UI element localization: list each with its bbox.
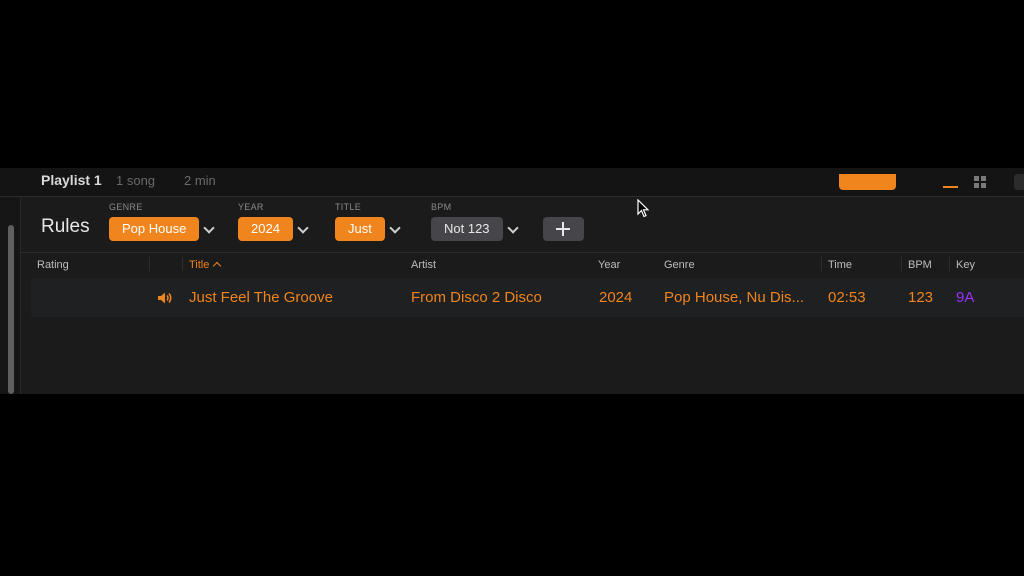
smart-playlist-rules: Rules GENRE Pop House YEAR 2024 TITLE Ju… <box>21 197 1024 253</box>
column-header-title-label: Title <box>189 259 210 271</box>
column-header-year[interactable]: Year <box>598 259 620 271</box>
playlist-title: Playlist 1 <box>41 172 102 188</box>
header-action-button[interactable] <box>839 174 896 190</box>
rule-chip-bpm[interactable]: Not 123 <box>431 217 503 241</box>
track-bpm: 123 <box>908 289 934 306</box>
chevron-down-icon[interactable] <box>389 222 401 234</box>
sidebar-scrollbar[interactable] <box>8 225 14 394</box>
table-row[interactable]: Just Feel The Groove From Disco 2 Disco … <box>31 278 1024 317</box>
add-rule-button[interactable] <box>543 217 584 241</box>
chevron-down-icon[interactable] <box>203 222 215 234</box>
track-genre: Pop House, Nu Dis... <box>664 289 805 306</box>
rule-bpm: BPM Not 123 <box>431 202 519 241</box>
playlist-duration: 2 min <box>184 173 216 188</box>
rule-title: TITLE Just <box>335 202 401 241</box>
grid-view-icon[interactable] <box>974 176 988 188</box>
speaker-icon <box>158 292 172 304</box>
column-header-rating[interactable]: Rating <box>37 259 69 271</box>
track-title: Just Feel The Groove <box>189 289 333 306</box>
mouse-cursor-icon <box>637 199 649 218</box>
column-header-time[interactable]: Time <box>828 259 852 271</box>
column-header-artist[interactable]: Artist <box>411 259 436 271</box>
track-key: 9A <box>956 289 975 306</box>
rule-chip-year[interactable]: 2024 <box>238 217 293 241</box>
track-time: 02:53 <box>828 289 866 306</box>
list-view-icon[interactable] <box>943 178 958 188</box>
column-header-title[interactable]: Title <box>189 259 222 271</box>
track-artist: From Disco 2 Disco <box>411 289 542 306</box>
rule-label-year: YEAR <box>238 202 264 212</box>
sort-ascending-icon <box>213 261 222 270</box>
rule-label-genre: GENRE <box>109 202 143 212</box>
playlist-window: Playlist 1 1 song 2 min Rules GENRE Pop … <box>0 168 1024 394</box>
column-header-genre[interactable]: Genre <box>664 259 695 271</box>
left-sidebar-strip <box>0 197 21 394</box>
track-year: 2024 <box>599 289 633 306</box>
rule-label-title: TITLE <box>335 202 362 212</box>
rule-label-bpm: BPM <box>431 202 452 212</box>
column-divider[interactable] <box>949 257 950 271</box>
rule-genre: GENRE Pop House <box>109 202 215 241</box>
rule-chip-genre[interactable]: Pop House <box>109 217 200 241</box>
song-count: 1 song <box>116 173 156 188</box>
table-header: Rating Title Artist Year Genre Time BPM … <box>21 253 1024 276</box>
column-divider[interactable] <box>182 257 183 271</box>
rule-chip-title[interactable]: Just <box>335 217 385 241</box>
rule-year: YEAR 2024 <box>238 202 309 241</box>
playlist-header-bar: Playlist 1 1 song 2 min <box>0 168 1024 197</box>
column-divider[interactable] <box>821 257 822 271</box>
column-header-key[interactable]: Key <box>956 259 975 271</box>
column-header-bpm[interactable]: BPM <box>908 259 932 271</box>
chevron-down-icon[interactable] <box>506 222 519 234</box>
header-corner-control[interactable] <box>1014 174 1024 190</box>
rules-title: Rules <box>41 216 90 237</box>
chevron-down-icon[interactable] <box>297 222 309 234</box>
column-divider[interactable] <box>901 257 902 271</box>
column-divider[interactable] <box>149 257 150 271</box>
